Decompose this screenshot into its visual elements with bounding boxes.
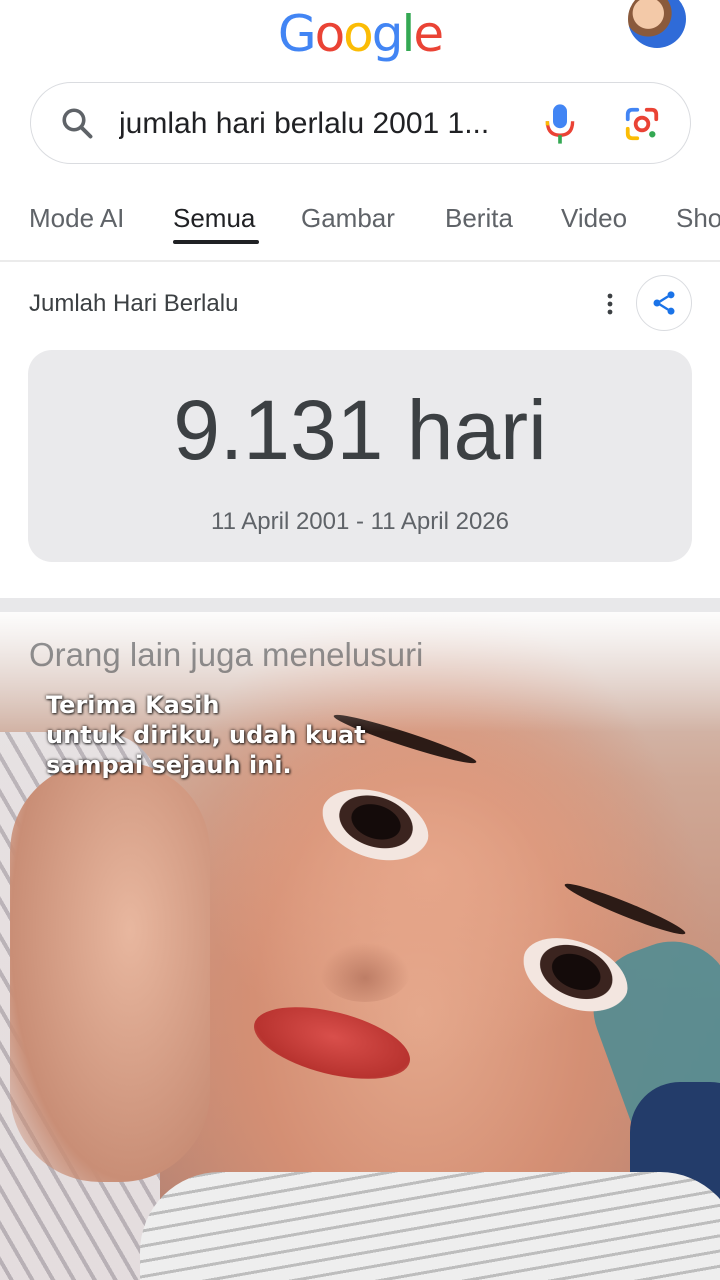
tab-video[interactable]: Video — [561, 202, 627, 234]
google-lens-icon[interactable] — [623, 105, 661, 143]
share-icon — [653, 291, 675, 315]
result-box: 9.131 hari 11 April 2001 - 11 April 2026 — [28, 350, 692, 562]
search-input[interactable]: jumlah hari berlalu 2001 1... — [119, 105, 519, 143]
striped-shirt — [140, 1172, 720, 1280]
active-tab-indicator — [173, 240, 259, 244]
section-separator — [0, 598, 720, 612]
caption-line: untuk diriku, udah kuat — [46, 721, 366, 749]
date-range: 11 April 2001 - 11 April 2026 — [211, 508, 509, 535]
logo-letter: o — [343, 5, 374, 63]
hand — [10, 762, 210, 1182]
lips — [246, 993, 418, 1093]
search-icon[interactable] — [59, 105, 95, 141]
caption-line: sampai sejauh ini. — [46, 751, 292, 779]
mic-icon[interactable] — [543, 103, 577, 145]
logo-letter: g — [371, 5, 404, 63]
more-vert-icon[interactable] — [600, 290, 620, 320]
result-card-title: Jumlah Hari Berlalu — [29, 290, 239, 317]
tab-shopping[interactable]: Sho — [676, 202, 720, 234]
eyebrow — [562, 878, 688, 940]
eye — [312, 776, 438, 874]
logo-letter: e — [413, 5, 444, 63]
video-caption: Terima Kasih untuk diriku, udah kuat sam… — [46, 690, 366, 780]
tab-gambar[interactable]: Gambar — [301, 202, 395, 234]
tab-semua[interactable]: Semua — [173, 202, 255, 234]
days-count: 9.131 hari — [173, 383, 547, 477]
people-also-search-heading[interactable]: Orang lain juga menelusuri — [29, 636, 423, 674]
search-tabs: Mode AI Semua Gambar Berita Video Sho — [0, 190, 720, 260]
tab-mode-ai[interactable]: Mode AI — [29, 202, 124, 234]
logo-letter: l — [401, 5, 416, 63]
divider — [0, 260, 720, 262]
search-bar[interactable]: jumlah hari berlalu 2001 1... — [30, 82, 691, 164]
nose — [320, 942, 410, 1002]
share-button[interactable] — [636, 275, 692, 331]
google-logo[interactable]: Google — [0, 4, 720, 64]
caption-line: Terima Kasih — [46, 691, 220, 719]
tab-berita[interactable]: Berita — [445, 202, 513, 234]
header: Google — [0, 0, 720, 70]
logo-letter: G — [277, 5, 317, 63]
logo-letter: o — [314, 5, 346, 63]
